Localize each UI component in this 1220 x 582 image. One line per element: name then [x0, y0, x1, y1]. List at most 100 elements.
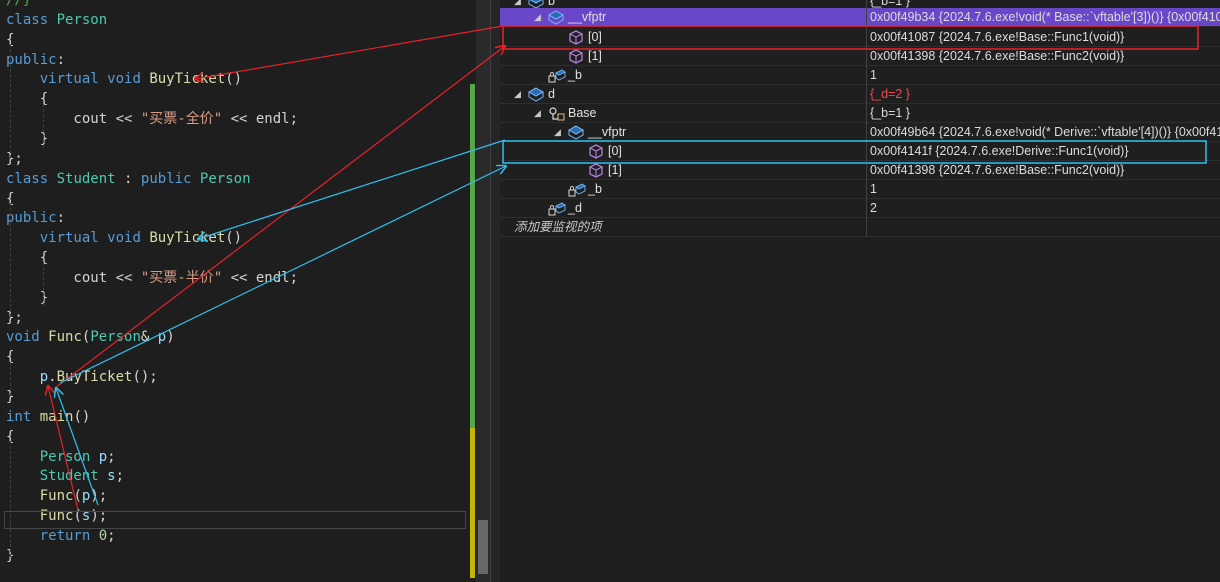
- code-token: << endl;: [222, 111, 299, 128]
- watch-row[interactable]: ◢ __vfptr 0x00f49b64 {2024.7.6.exe!void(* …: [500, 123, 1220, 142]
- expand-toggle-icon[interactable]: ◢: [514, 85, 521, 104]
- code-line[interactable]: void Func(Person& p): [6, 327, 175, 347]
- base-icon: [548, 106, 565, 121]
- code-token: ();: [132, 369, 158, 386]
- code-line[interactable]: cout << "买票-全价" << endl;: [6, 109, 298, 129]
- watch-name: d: [548, 87, 555, 101]
- code-token: Func: [39, 488, 74, 505]
- code-token: //}: [6, 0, 32, 8]
- watch-value: 0x00f41398 {2024.7.6.exe!Base::Func2(voi…: [870, 49, 1125, 63]
- watch-name: [1]: [608, 163, 622, 177]
- code-line[interactable]: p.BuyTicket();: [6, 367, 158, 387]
- code-token: ;: [115, 468, 125, 485]
- element-icon: [588, 144, 604, 159]
- watch-value: 0x00f49b64 {2024.7.6.exe!void(* Derive::…: [870, 125, 1220, 139]
- code-line[interactable]: class Student : public Person: [6, 169, 251, 189]
- code-token: class: [6, 11, 49, 28]
- editor-scrollbar[interactable]: [476, 0, 490, 582]
- watch-name: __vfptr: [588, 125, 627, 139]
- code-line[interactable]: public:: [6, 50, 65, 70]
- field-icon: [548, 201, 566, 216]
- code-token: BuyTicket: [149, 71, 226, 88]
- code-token: (): [73, 408, 91, 425]
- code-token: :: [56, 210, 66, 227]
- code-line[interactable]: cout << "买票-半价" << endl;: [6, 268, 298, 288]
- code-line[interactable]: {: [6, 248, 48, 268]
- code-line[interactable]: class Person: [6, 10, 107, 30]
- expand-toggle-icon[interactable]: ◢: [534, 104, 541, 123]
- watch-name: [0]: [588, 30, 602, 44]
- code-line[interactable]: }: [6, 129, 48, 149]
- watch-row[interactable]: [1] 0x00f41398 {2024.7.6.exe!Base::Func2(…: [500, 161, 1220, 180]
- code-token: :: [115, 170, 141, 187]
- code-token: class: [6, 170, 49, 187]
- watch-add-item-row[interactable]: 添加要监视的项: [500, 218, 1220, 237]
- expand-toggle-icon[interactable]: ◢: [534, 8, 541, 27]
- code-token: p: [157, 329, 167, 346]
- watch-row[interactable]: _d 2: [500, 199, 1220, 218]
- watch-column-divider[interactable]: [866, 0, 867, 237]
- watch-row[interactable]: ◢ __vfptr 0x00f49b34 {2024.7.6.exe!void(* …: [500, 8, 1220, 27]
- object-icon: [527, 87, 545, 102]
- watch-row[interactable]: _b 1: [500, 180, 1220, 199]
- watch-name: _b: [568, 68, 582, 82]
- watch-value: 2: [870, 201, 877, 215]
- code-token: };: [6, 309, 23, 326]
- panel-splitter[interactable]: [490, 0, 500, 582]
- code-line[interactable]: }: [6, 288, 48, 308]
- watch-name: _d: [568, 201, 582, 215]
- code-token: {: [6, 250, 49, 267]
- code-token: s: [107, 468, 116, 485]
- watch-row[interactable]: [1] 0x00f41398 {2024.7.6.exe!Base::Func2(…: [500, 47, 1220, 66]
- code-line[interactable]: Student s;: [6, 466, 124, 486]
- watch-row[interactable]: _b 1: [500, 66, 1220, 85]
- code-token: 0: [98, 527, 108, 544]
- code-line[interactable]: int main(): [6, 407, 90, 427]
- code-token: public: [6, 210, 57, 227]
- watch-value: 1: [870, 182, 877, 196]
- code-token: cout <<: [6, 269, 141, 286]
- expand-toggle-icon[interactable]: ◢: [554, 123, 561, 142]
- watch-value: {_b=1 }: [870, 106, 910, 120]
- element-icon: [568, 49, 584, 64]
- code-line[interactable]: //}: [6, 0, 31, 10]
- code-line[interactable]: {: [6, 89, 48, 109]
- code-token: &: [140, 329, 158, 346]
- code-line[interactable]: Person p;: [6, 447, 116, 467]
- indent-guide: [43, 262, 44, 306]
- code-line[interactable]: virtual void BuyTicket(): [6, 228, 242, 248]
- code-token: ;: [107, 448, 116, 465]
- code-token: (): [225, 230, 243, 247]
- code-token: public: [140, 170, 192, 187]
- code-line[interactable]: public:: [6, 208, 65, 228]
- field-icon: [568, 182, 586, 197]
- code-token: :: [56, 51, 66, 68]
- code-token: }: [6, 130, 49, 147]
- code-token: .: [48, 369, 57, 386]
- code-line[interactable]: };: [6, 149, 23, 169]
- watch-row[interactable]: [0] 0x00f41087 {2024.7.6.exe!Base::Func1(…: [500, 28, 1220, 47]
- editor-scroll-thumb[interactable]: [478, 520, 488, 574]
- watch-add-item-placeholder[interactable]: 添加要监视的项: [514, 218, 602, 237]
- code-editor[interactable]: //} class Person { public: virtual void Buy…: [0, 0, 490, 582]
- code-token: );: [90, 488, 108, 505]
- code-line[interactable]: };: [6, 308, 23, 328]
- watch-row[interactable]: [0] 0x00f4141f {2024.7.6.exe!Derive::Func…: [500, 142, 1220, 161]
- element-icon: [588, 163, 604, 178]
- vfptr-icon: [547, 10, 565, 25]
- watch-row[interactable]: ◢ d {_d=2 }: [500, 85, 1220, 104]
- watch-window[interactable]: ◢ b {_b=1 } ◢ __vfptr 0x00f49b34 {2024.7.6.ex…: [500, 0, 1220, 582]
- code-token: public: [6, 51, 57, 68]
- code-line[interactable]: Func(p);: [6, 486, 107, 506]
- code-line[interactable]: virtual void BuyTicket(): [6, 69, 242, 89]
- code-token: virtual: [39, 230, 99, 247]
- watch-row[interactable]: ◢ Base {_b=1 }: [500, 104, 1220, 123]
- current-line-highlight: [4, 511, 466, 529]
- watch-value: {_d=2 }: [870, 87, 910, 101]
